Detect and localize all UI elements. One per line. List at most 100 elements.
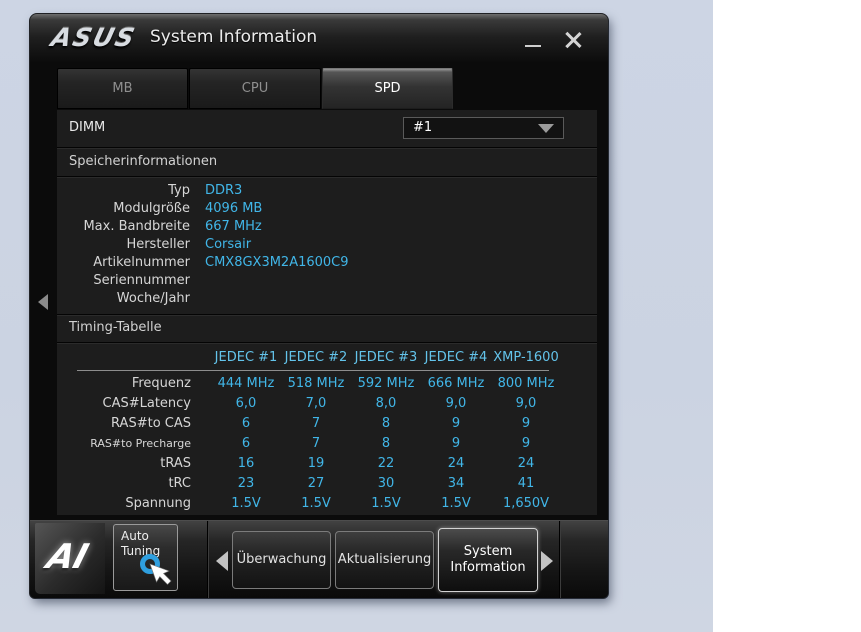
click-hand-icon: [140, 554, 172, 585]
spd-content-panel: DIMM #1 Speicherinformationen Typ DDR3 M…: [57, 110, 597, 515]
dimm-row: DIMM #1: [57, 110, 597, 147]
cell: 9,0: [445, 396, 467, 411]
column-header: JEDEC #2: [284, 350, 348, 365]
cell: 6: [241, 436, 251, 451]
dock-separator: [207, 521, 208, 598]
info-label: Max. Bandbreite: [83, 219, 190, 234]
dock-button-system-information[interactable]: System Information: [438, 528, 538, 592]
cell: 8,0: [375, 396, 397, 411]
cell: 1.5V: [301, 496, 331, 511]
cell: 8: [381, 436, 391, 451]
info-label: Hersteller: [126, 237, 190, 252]
tab-mb[interactable]: MB: [57, 68, 188, 109]
asus-logo: ASUS: [48, 23, 140, 52]
cell: 9: [521, 436, 531, 451]
close-button[interactable]: [561, 28, 585, 52]
titlebar[interactable]: ASUS System Information: [30, 14, 608, 62]
system-information-window: ASUS System Information MB CPU SPD DIMM …: [30, 14, 608, 598]
tab-spd-label: SPD: [374, 81, 401, 96]
chevron-down-icon: [538, 124, 554, 133]
info-row: Max. Bandbreite 667 MHz: [57, 218, 597, 236]
info-row: Hersteller Corsair: [57, 236, 597, 254]
cell: 592 MHz: [357, 376, 415, 391]
row-label: CAS#Latency: [102, 396, 192, 411]
column-header: JEDEC #4: [424, 350, 488, 365]
table-row: RAS#to Precharge 6 7 8 9 9: [75, 434, 585, 454]
cell: 666 MHz: [427, 376, 485, 391]
divider: [57, 176, 597, 177]
cell: 34: [447, 476, 465, 491]
info-row: Artikelnummer CMX8GX3M2A1600C9: [57, 254, 597, 272]
table-row: RAS#to CAS 6 7 8 9 9: [75, 414, 585, 434]
cell: 8: [381, 416, 391, 431]
row-label: RAS#to Precharge: [90, 437, 191, 450]
info-row: Woche/Jahr: [57, 290, 597, 308]
info-label: Woche/Jahr: [116, 291, 190, 306]
info-value: Corsair: [205, 237, 252, 252]
cell: 1.5V: [441, 496, 471, 511]
memory-info-section-title: Speicherinformationen: [69, 154, 218, 169]
window-title: System Information: [150, 27, 318, 47]
cell: 1.5V: [371, 496, 401, 511]
cell: 9: [451, 436, 461, 451]
info-value: DDR3: [205, 183, 243, 198]
dock-separator: [559, 521, 560, 598]
cell: 24: [447, 456, 465, 471]
divider: [57, 342, 597, 343]
ai-suite-logo-button[interactable]: AI: [35, 523, 105, 594]
minimize-icon: [525, 45, 541, 47]
column-header: XMP-1600: [493, 350, 559, 365]
timing-header-spacer: [75, 348, 211, 367]
info-row: Typ DDR3: [57, 182, 597, 200]
dock-button-ueberwachung[interactable]: Überwachung: [232, 531, 331, 589]
cell: 800 MHz: [497, 376, 555, 391]
table-row: Spannung 1.5V 1.5V 1.5V 1.5V 1,650V: [75, 494, 585, 514]
minimize-button[interactable]: [522, 34, 544, 52]
cell: 19: [307, 456, 325, 471]
info-label: Modulgröße: [113, 201, 190, 216]
app-dock: AI Auto Tuning Überwachung Aktualisierun…: [30, 520, 608, 598]
dock-button-aktualisierung[interactable]: Aktualisierung: [335, 531, 434, 589]
timing-table-section-title: Timing-Tabelle: [69, 320, 162, 335]
cell: 7,0: [305, 396, 327, 411]
cell: 9,0: [515, 396, 537, 411]
dock-scroll-left-arrow[interactable]: [216, 551, 228, 571]
info-label: Artikelnummer: [93, 255, 190, 270]
cell: 23: [237, 476, 255, 491]
table-row: Frequenz 444 MHz 518 MHz 592 MHz 666 MHz…: [75, 374, 585, 394]
cell: 30: [377, 476, 395, 491]
cell: 444 MHz: [217, 376, 275, 391]
info-label: Typ: [168, 183, 190, 198]
info-value: 667 MHz: [205, 219, 262, 234]
cell: 1,650V: [502, 496, 550, 511]
cell: 1.5V: [231, 496, 261, 511]
ai-logo: AI: [42, 537, 93, 577]
row-label: RAS#to CAS: [111, 416, 191, 431]
table-row: tRC 23 27 30 34 41: [75, 474, 585, 494]
tab-cpu-label: CPU: [241, 81, 269, 96]
dimm-selected-value: #1: [413, 120, 433, 135]
row-label: Frequenz: [131, 376, 191, 391]
timing-table-section-header: Timing-Tabelle: [57, 314, 597, 342]
dimm-select-dropdown[interactable]: #1: [403, 117, 564, 139]
screenshot-stage: ASUS System Information MB CPU SPD DIMM …: [0, 0, 861, 632]
table-row: CAS#Latency 6,0 7,0 8,0 9,0 9,0: [75, 394, 585, 414]
tab-cpu[interactable]: CPU: [189, 68, 321, 109]
table-row: tRAS 16 19 22 24 24: [75, 454, 585, 474]
memory-info-list: Typ DDR3 Modulgröße 4096 MB Max. Bandbre…: [57, 182, 597, 308]
dock-button-label: Aktualisierung: [337, 552, 432, 567]
cell: 7: [311, 416, 321, 431]
row-label: Spannung: [125, 496, 191, 511]
collapse-left-chevron-icon[interactable]: [38, 294, 48, 310]
dock-scroll-right-arrow[interactable]: [541, 551, 553, 571]
tab-spd[interactable]: SPD: [322, 68, 453, 109]
dock-button-label: Überwachung: [236, 552, 327, 567]
cell: 22: [377, 456, 395, 471]
timing-table-header-row: JEDEC #1 JEDEC #2 JEDEC #3 JEDEC #4 XMP-…: [75, 348, 585, 367]
auto-tuning-button[interactable]: Auto Tuning: [113, 524, 178, 591]
info-row: Seriennummer: [57, 272, 597, 290]
info-label: Seriennummer: [93, 273, 190, 288]
cell: 24: [517, 456, 535, 471]
column-header: JEDEC #1: [214, 350, 278, 365]
info-value: 4096 MB: [205, 201, 263, 216]
